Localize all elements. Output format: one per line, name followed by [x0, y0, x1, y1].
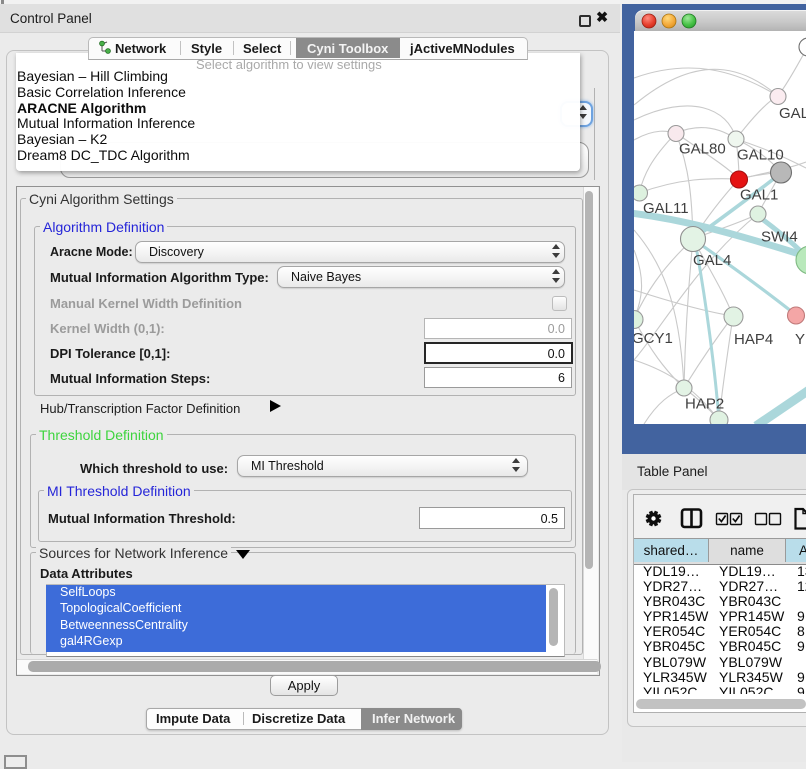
svg-text:GAL4: GAL4 [693, 252, 731, 269]
svg-text:GAL80: GAL80 [679, 141, 726, 158]
svg-text:GAL11: GAL11 [643, 200, 689, 217]
svg-text:HAP4: HAP4 [734, 331, 773, 348]
svg-text:GAL1: GAL1 [740, 187, 778, 204]
svg-text:HAP2: HAP2 [685, 396, 724, 413]
svg-text:Y: Y [795, 331, 805, 348]
svg-text:SWI4: SWI4 [761, 229, 798, 246]
svg-text:GCY1: GCY1 [634, 330, 673, 347]
svg-text:GAL7: GAL7 [779, 105, 806, 122]
svg-text:GAL10: GAL10 [737, 147, 784, 164]
